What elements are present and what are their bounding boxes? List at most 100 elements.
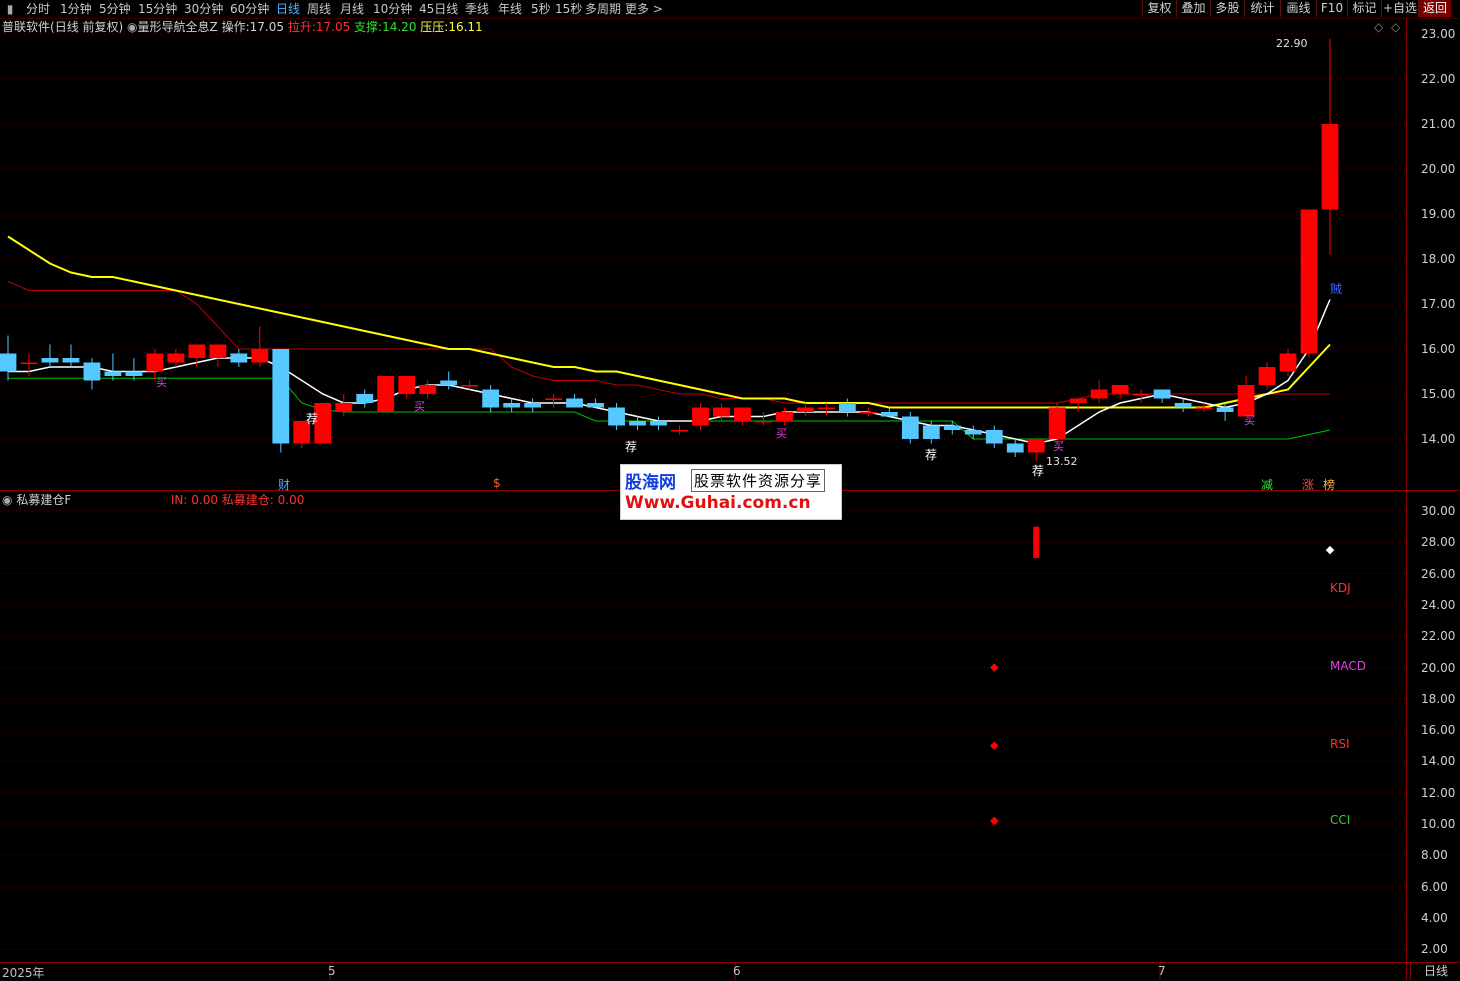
price-tick-label: 20.00 — [1421, 162, 1456, 176]
watermark-brand: 股海网 — [625, 473, 676, 493]
in-value: IN: 0.00 — [170, 493, 218, 507]
candle-body — [62, 358, 80, 363]
candle-body — [41, 358, 59, 363]
sub-tick-label: 12.00 — [1421, 785, 1456, 800]
candle-body — [125, 371, 143, 376]
marker-bang: 榜 — [1323, 478, 1336, 492]
candle-body — [482, 389, 500, 408]
legend-cci: CCI — [1330, 813, 1351, 827]
candle-body — [398, 376, 416, 394]
sub-tick-label: 14.00 — [1421, 754, 1456, 769]
candle-body — [650, 421, 667, 426]
candle-body — [461, 385, 479, 387]
marker-dan: 贼 — [1330, 282, 1343, 296]
candle-body — [20, 362, 38, 364]
candle-body — [629, 421, 646, 426]
sub-indicator-name[interactable]: 私募建仓F — [16, 493, 71, 507]
watermark-url: Www.Guhai.com.cn — [625, 493, 811, 513]
candle-body — [1153, 389, 1171, 399]
sub-tick-label: 16.00 — [1421, 723, 1456, 738]
marker-mai: 买 — [414, 400, 425, 413]
candle-body — [251, 349, 269, 363]
price-tick-label: 15.00 — [1421, 387, 1456, 401]
candle-body — [356, 394, 374, 403]
candle-body — [713, 407, 730, 417]
marker-mai: 买 — [1244, 414, 1255, 427]
date-label: 2025年 — [2, 966, 45, 980]
candle-body — [734, 407, 751, 421]
candle-body — [209, 344, 227, 358]
candle-body — [230, 353, 248, 363]
ma-red-line — [7, 281, 1330, 404]
candle-body — [524, 403, 541, 408]
period-button[interactable]: 日线 — [1410, 963, 1460, 980]
sub-tick-label: 20.00 — [1421, 660, 1456, 675]
candle-body — [1321, 124, 1339, 210]
candle-body — [188, 344, 206, 358]
candle-body — [146, 353, 164, 372]
ma-white-line — [8, 299, 1331, 445]
candle-body — [776, 412, 793, 421]
marker-mai: 买 — [156, 376, 167, 389]
candle-body — [1111, 385, 1129, 394]
axis-divider — [1406, 18, 1407, 980]
sub-tick-label: 30.00 — [1421, 504, 1456, 518]
candle-body — [1195, 407, 1213, 409]
marker-jian2: 荐 — [306, 412, 319, 426]
watermark: 股海网 股票软件资源分享 Www.Guhai.com.cn — [620, 464, 842, 520]
support-green-line — [8, 377, 1331, 440]
marker-cai: 财 — [278, 478, 291, 492]
red-diamond — [990, 663, 999, 672]
candle-body — [671, 430, 688, 432]
marker-jian2: 荐 — [625, 440, 638, 454]
marker-zhang: 涨 — [1302, 478, 1315, 492]
candle-body — [377, 376, 395, 412]
candle-body — [964, 430, 982, 435]
sub-tick-label: 22.00 — [1421, 629, 1456, 644]
legend-rsi: RSI — [1330, 737, 1350, 751]
date-label: 5 — [328, 964, 336, 978]
price-tick-label: 18.00 — [1421, 252, 1456, 266]
candle-body — [608, 407, 625, 426]
candle-body — [817, 407, 835, 409]
candle-body — [1174, 403, 1192, 408]
candle-body — [419, 385, 437, 394]
sub-tick-label: 2.00 — [1421, 942, 1448, 957]
sub-tick-label: 26.00 — [1421, 566, 1456, 581]
date-label: 7 — [1158, 964, 1166, 978]
white-diamond — [1325, 545, 1335, 555]
candle-body — [1258, 367, 1276, 385]
candle-body — [797, 407, 814, 412]
candle-body — [566, 398, 583, 408]
price-tick-label: 19.00 — [1421, 207, 1456, 221]
marker-mai: 买 — [1053, 440, 1064, 453]
candle-body — [1300, 209, 1318, 354]
sub-tick-label: 28.00 — [1421, 535, 1456, 550]
sub-tick-label: 24.00 — [1421, 597, 1456, 612]
price-tick-label: 21.00 — [1421, 117, 1456, 131]
candle-body — [335, 403, 353, 412]
red-diamond — [990, 816, 999, 826]
candle-body — [1069, 398, 1087, 403]
price-tick-label: 14.00 — [1421, 432, 1456, 446]
build-value: 私募建仓: 0.00 — [221, 493, 305, 507]
candle-body — [943, 425, 961, 430]
price-tick-label: 16.00 — [1421, 342, 1456, 356]
marker-mai: 买 — [776, 427, 787, 440]
candle-body — [1090, 389, 1108, 399]
candle-body — [859, 412, 877, 414]
candlesticks — [0, 38, 1339, 462]
sub-tick-label: 6.00 — [1421, 879, 1448, 894]
sub-bar — [1033, 526, 1040, 558]
candle-body — [755, 421, 772, 423]
candle-body — [1048, 407, 1066, 439]
red-diamond — [990, 741, 999, 750]
marker-jian2: 荐 — [925, 448, 938, 462]
sub-toggle-icon[interactable]: ◉ — [2, 493, 12, 507]
price-tick-label: 22.00 — [1421, 72, 1456, 86]
candle-body — [545, 398, 562, 400]
price-tick-label: 17.00 — [1421, 297, 1456, 311]
date-label: 6 — [733, 964, 741, 978]
candle-body — [587, 403, 604, 408]
candle-body — [1279, 353, 1297, 372]
